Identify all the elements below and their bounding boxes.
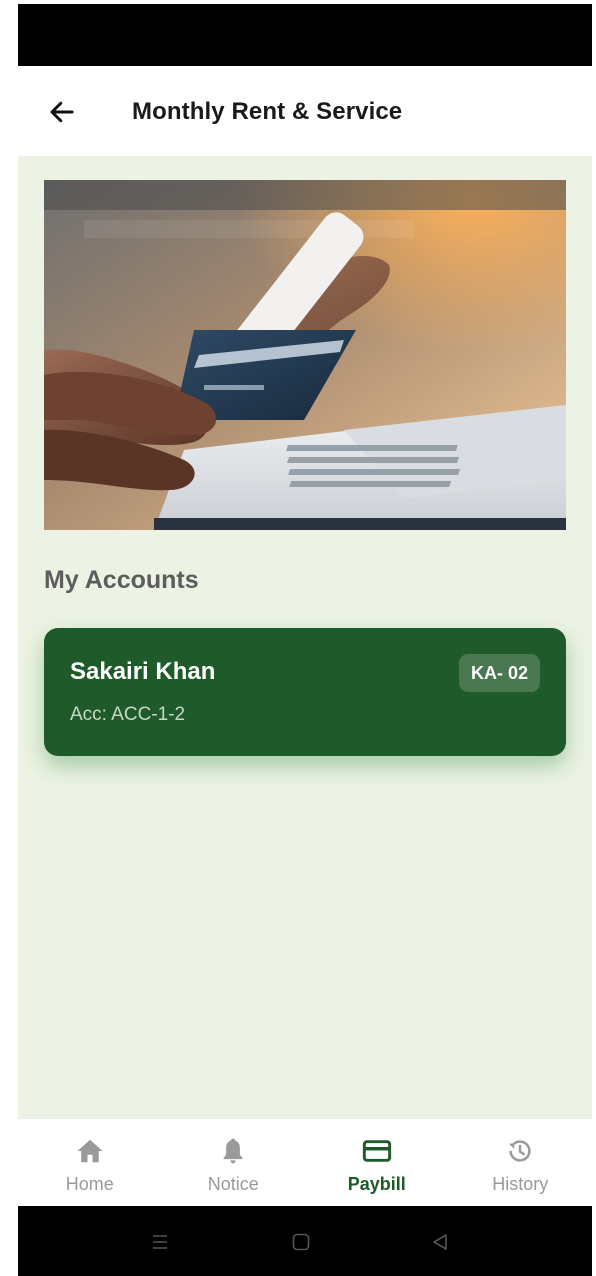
history-icon bbox=[504, 1135, 536, 1167]
recent-apps-button[interactable] bbox=[142, 1224, 178, 1260]
nav-paybill[interactable]: Paybill bbox=[305, 1119, 449, 1206]
section-title-my-accounts: My Accounts bbox=[44, 566, 199, 594]
nav-label: Paybill bbox=[347, 1174, 406, 1194]
home-system-button[interactable] bbox=[283, 1224, 319, 1260]
nav-history[interactable]: History bbox=[449, 1119, 593, 1206]
nav-home[interactable]: Home bbox=[18, 1119, 162, 1206]
main-content: My Accounts Sakairi Khan Acc: ACC-1-2 KA… bbox=[18, 156, 592, 1118]
account-card[interactable]: Sakairi Khan Acc: ACC-1-2 KA- 02 bbox=[44, 628, 566, 756]
square-icon bbox=[292, 1233, 310, 1251]
home-icon bbox=[74, 1135, 106, 1167]
status-bar bbox=[18, 4, 592, 66]
bell-icon bbox=[217, 1135, 249, 1167]
nav-label: History bbox=[492, 1174, 549, 1194]
back-system-button[interactable] bbox=[422, 1224, 458, 1260]
bottom-navigation: Home Notice Paybill History bbox=[18, 1118, 592, 1206]
account-holder-name: Sakairi Khan bbox=[70, 658, 216, 685]
arrow-left-icon bbox=[50, 101, 74, 123]
nav-notice[interactable]: Notice bbox=[162, 1119, 306, 1206]
account-number: Acc: ACC-1-2 bbox=[70, 704, 186, 725]
hand-card-phone-laptop-illustration bbox=[44, 180, 566, 530]
phone-frame: Monthly Rent & Service My Accounts Sakai… bbox=[18, 4, 592, 1276]
banner-image bbox=[44, 180, 566, 530]
triangle-back-icon bbox=[433, 1234, 447, 1250]
credit-card-icon bbox=[361, 1135, 393, 1167]
nav-label: Home bbox=[65, 1174, 114, 1194]
nav-label: Notice bbox=[207, 1174, 259, 1194]
system-navigation-bar bbox=[18, 1206, 592, 1276]
page-title: Monthly Rent & Service bbox=[132, 98, 403, 125]
unit-badge: KA- 02 bbox=[458, 654, 540, 692]
back-button[interactable] bbox=[44, 94, 80, 130]
app-bar: Monthly Rent & Service bbox=[18, 66, 592, 156]
device-screen: Monthly Rent & Service My Accounts Sakai… bbox=[0, 0, 596, 1276]
menu-lines-icon bbox=[153, 1235, 167, 1249]
